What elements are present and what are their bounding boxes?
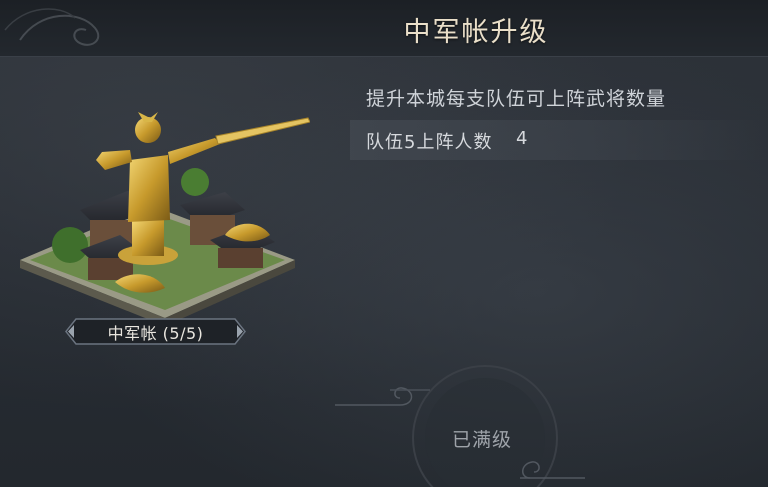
building-name-wrap: 中军帐 (5/5): [64, 317, 247, 346]
stat-label: 队伍5上阵人数: [366, 132, 493, 153]
page-title: 中军帐升级: [403, 17, 549, 48]
stat-row: 队伍5上阵人数 4: [350, 120, 768, 160]
max-level-status: 已满级: [452, 429, 513, 451]
stat-value: 4: [516, 128, 528, 149]
max-level-decoration: [335, 365, 585, 487]
upgrade-description: 提升本城每支队伍可上阵武将数量: [366, 88, 667, 110]
header-bar: 中军帐升级: [0, 0, 768, 57]
building-name-level: 中军帐 (5/5): [107, 323, 204, 343]
building-image: [20, 112, 310, 326]
